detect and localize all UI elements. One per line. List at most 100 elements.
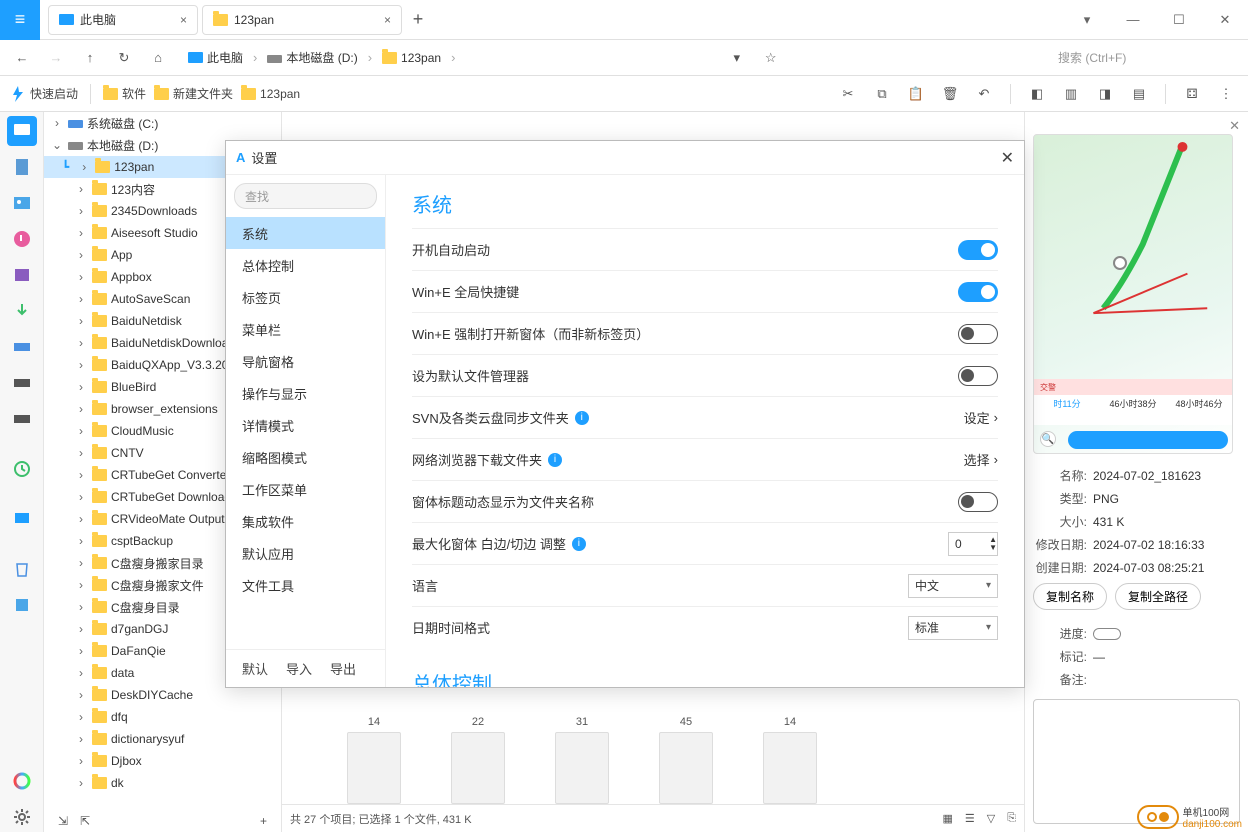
- stepper-icon[interactable]: ▲▼: [989, 536, 997, 552]
- quick-launch[interactable]: 快速启动: [10, 85, 78, 102]
- settings-nav-item[interactable]: 导航窗格: [226, 345, 385, 377]
- panel-split-icon[interactable]: ▥: [1059, 82, 1083, 106]
- tree-expand-all-icon[interactable]: ⇲: [58, 814, 68, 828]
- undo-icon[interactable]: ↶: [972, 82, 996, 106]
- panel-right-icon[interactable]: ◨: [1093, 82, 1117, 106]
- info-icon[interactable]: i: [548, 453, 562, 467]
- settings-nav-item[interactable]: 详情模式: [226, 409, 385, 441]
- drive-d-icon[interactable]: [7, 368, 37, 398]
- settings-nav-item[interactable]: 集成软件: [226, 505, 385, 537]
- quick-folder[interactable]: 123pan: [241, 87, 300, 101]
- settings-nav-item[interactable]: 系统: [226, 217, 385, 249]
- view-list-icon[interactable]: ☰: [965, 812, 975, 825]
- delete-icon[interactable]: 🗑: [938, 82, 962, 106]
- number-input[interactable]: 0▲▼: [948, 532, 998, 556]
- thumbnail[interactable]: 45: [654, 716, 718, 804]
- favorite-button[interactable]: ☆: [757, 44, 785, 72]
- select-dropdown[interactable]: 标准▾: [908, 616, 998, 640]
- toggle-switch[interactable]: [958, 282, 998, 302]
- settings-reset-button[interactable]: 默认: [242, 659, 268, 678]
- back-button[interactable]: ←: [8, 44, 36, 72]
- settings-nav-item[interactable]: 工作区菜单: [226, 473, 385, 505]
- thumbnail[interactable]: 14: [342, 716, 406, 804]
- breadcrumb-item[interactable]: 本地磁盘 (D:): [263, 47, 361, 68]
- panel-dual-icon[interactable]: ▤: [1127, 82, 1151, 106]
- toggle-switch[interactable]: [958, 324, 998, 344]
- more-icon[interactable]: ⋮: [1214, 82, 1238, 106]
- tree-item[interactable]: ›dk: [44, 772, 281, 794]
- settings-gear-icon[interactable]: [7, 802, 37, 832]
- toggle-switch[interactable]: [958, 240, 998, 260]
- recycle-icon[interactable]: [7, 554, 37, 584]
- copy-path-button[interactable]: 复制全路径: [1115, 583, 1201, 610]
- info-icon[interactable]: i: [575, 411, 589, 425]
- filter-icon[interactable]: ▽: [987, 812, 995, 825]
- copy-name-button[interactable]: 复制名称: [1033, 583, 1107, 610]
- columns-icon[interactable]: ⎘: [1007, 812, 1016, 825]
- close-icon[interactable]: ×: [180, 13, 187, 27]
- view-grid-icon[interactable]: ▦: [942, 812, 952, 825]
- select-dropdown[interactable]: 中文▾: [908, 574, 998, 598]
- breadcrumb-item[interactable]: 此电脑: [184, 47, 247, 68]
- quick-folder[interactable]: 新建文件夹: [154, 85, 233, 102]
- home-button[interactable]: ⌂: [144, 44, 172, 72]
- thumbnail[interactable]: 22: [446, 716, 510, 804]
- search-input[interactable]: 搜索 (Ctrl+F): [1050, 45, 1240, 70]
- music-icon[interactable]: [7, 224, 37, 254]
- drive-c-icon[interactable]: [7, 332, 37, 362]
- cut-icon[interactable]: ✂: [836, 82, 860, 106]
- downloads-icon[interactable]: [7, 296, 37, 326]
- option-action-link[interactable]: 选择›: [964, 450, 998, 469]
- close-icon[interactable]: ×: [384, 13, 391, 27]
- forward-button[interactable]: →: [42, 44, 70, 72]
- option-action-link[interactable]: 设定›: [964, 408, 998, 427]
- minimize-button[interactable]: —: [1110, 0, 1156, 40]
- settings-nav-item[interactable]: 缩略图模式: [226, 441, 385, 473]
- documents-icon[interactable]: [7, 152, 37, 182]
- tab-123pan[interactable]: 123pan ×: [202, 5, 402, 35]
- paste-icon[interactable]: 📋: [904, 82, 928, 106]
- tree-item[interactable]: ›dictionarysyuf: [44, 728, 281, 750]
- close-icon[interactable]: ✕: [1229, 118, 1240, 134]
- drive-e-icon[interactable]: [7, 404, 37, 434]
- thumbnail[interactable]: 14: [758, 716, 822, 804]
- copy-icon[interactable]: ⧉: [870, 82, 894, 106]
- settings-nav-item[interactable]: 菜单栏: [226, 313, 385, 345]
- settings-nav-item[interactable]: 操作与显示: [226, 377, 385, 409]
- tree-collapse-all-icon[interactable]: ⇱: [80, 814, 90, 828]
- add-tab-button[interactable]: +: [406, 8, 430, 32]
- tree-item[interactable]: ›dfq: [44, 706, 281, 728]
- refresh-button[interactable]: ↻: [110, 44, 138, 72]
- panel-left-icon[interactable]: ◧: [1025, 82, 1049, 106]
- breadcrumb-history-button[interactable]: ▾: [723, 44, 751, 72]
- settings-search-input[interactable]: 查找: [234, 183, 377, 209]
- breadcrumb-item[interactable]: 123pan: [378, 49, 445, 67]
- tab-this-pc[interactable]: 此电脑 ×: [48, 5, 198, 35]
- close-button[interactable]: ✕: [1202, 0, 1248, 40]
- info-icon[interactable]: i: [572, 537, 586, 551]
- toggle-switch[interactable]: [958, 492, 998, 512]
- history-icon[interactable]: [7, 454, 37, 484]
- desktop-icon[interactable]: [7, 116, 37, 146]
- quick-folder[interactable]: 软件: [103, 85, 146, 102]
- settings-nav-item[interactable]: 标签页: [226, 281, 385, 313]
- color-ring-icon[interactable]: [7, 766, 37, 796]
- maximize-button[interactable]: ☐: [1156, 0, 1202, 40]
- settings-export-button[interactable]: 导出: [330, 659, 356, 678]
- tree-plus-icon[interactable]: +: [260, 814, 267, 828]
- tree-item[interactable]: ›Djbox: [44, 750, 281, 772]
- hamburger-menu[interactable]: ≡: [0, 0, 40, 40]
- up-button[interactable]: ↑: [76, 44, 104, 72]
- toggle-switch[interactable]: [958, 366, 998, 386]
- settings-import-button[interactable]: 导入: [286, 659, 312, 678]
- monitor-icon[interactable]: [7, 504, 37, 534]
- settings-nav-item[interactable]: 默认应用: [226, 537, 385, 569]
- settings-nav-item[interactable]: 文件工具: [226, 569, 385, 601]
- thumbnail[interactable]: 31: [550, 716, 614, 804]
- tree-root[interactable]: ›系统磁盘 (C:): [44, 112, 281, 134]
- window-menu-icon[interactable]: ▾: [1064, 0, 1110, 40]
- pictures-icon[interactable]: [7, 188, 37, 218]
- close-icon[interactable]: ✕: [1001, 148, 1014, 168]
- videos-icon[interactable]: [7, 260, 37, 290]
- tool-icon[interactable]: [7, 590, 37, 620]
